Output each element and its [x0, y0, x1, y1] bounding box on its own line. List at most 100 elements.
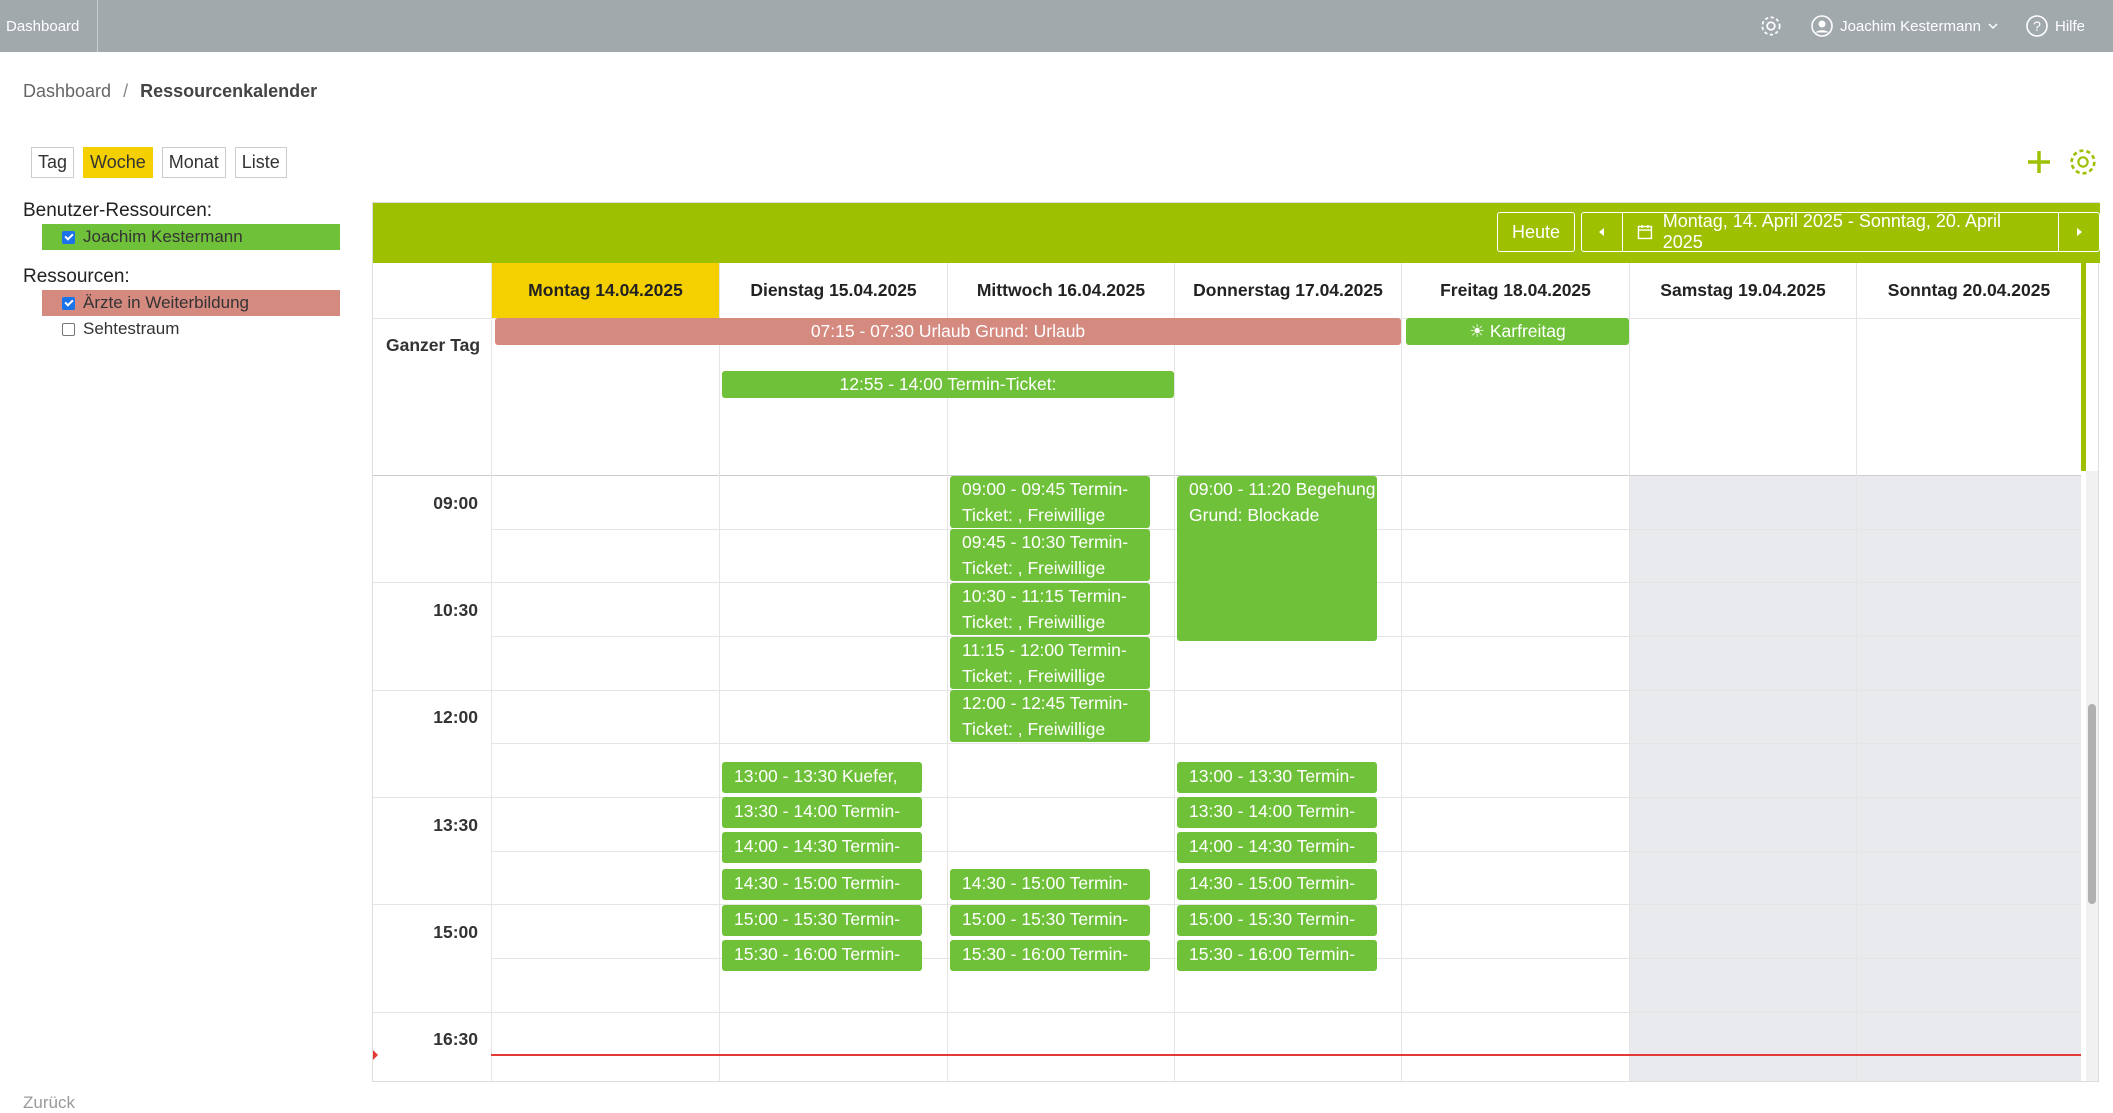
day-header-wednesday[interactable]: Mittwoch 16.04.2025 [947, 263, 1174, 318]
event-wed-1200[interactable]: 12:00 - 12:45 Termin-Ticket: , Freiwilli… [950, 690, 1150, 742]
time-label: 10:30 [433, 600, 478, 620]
divider [1174, 318, 1175, 1081]
event-termin-ticket[interactable]: 12:55 - 14:00 Termin-Ticket: [722, 371, 1174, 398]
event-wed-1430[interactable]: 14:30 - 15:00 Termin- [950, 869, 1150, 900]
event-wed-1030[interactable]: 10:30 - 11:15 Termin-Ticket: , Freiwilli… [950, 583, 1150, 635]
breadcrumb-separator: / [123, 81, 129, 101]
time-label: 16:30 [433, 1029, 478, 1049]
back-link[interactable]: Zurück [23, 1093, 75, 1113]
view-list-button[interactable]: Liste [234, 147, 287, 178]
time-label: 13:30 [433, 815, 478, 835]
date-range-picker[interactable]: Montag, 14. April 2025 - Sonntag, 20. Ap… [1621, 211, 2060, 252]
event-wed-0900[interactable]: 09:00 - 09:45 Termin-Ticket: , Freiwilli… [950, 476, 1150, 528]
event-tue-1330[interactable]: 13:30 - 14:00 Termin- [722, 797, 922, 828]
event-thu-1330[interactable]: 13:30 - 14:00 Termin- [1177, 797, 1377, 828]
resource-checkbox[interactable] [62, 230, 75, 244]
user-menu[interactable]: Joachim Kestermann [1810, 14, 1999, 38]
time-label: 15:00 [433, 922, 478, 942]
event-tue-1500[interactable]: 15:00 - 15:30 Termin- [722, 905, 922, 936]
help-link[interactable]: ? Hilfe [2025, 14, 2085, 38]
resource-sidebar: Benutzer-Ressourcen: Joachim Kestermann … [23, 200, 343, 342]
prev-week-button[interactable] [1582, 213, 1622, 251]
event-tue-1430[interactable]: 14:30 - 15:00 Termin- [722, 869, 922, 900]
view-day-button[interactable]: Tag [31, 147, 75, 178]
divider [373, 690, 2081, 691]
divider [1629, 318, 1630, 1081]
divider [1401, 318, 1402, 1081]
time-label: 12:00 [433, 707, 478, 727]
chevron-down-icon [1988, 23, 1998, 30]
date-navigation: Montag, 14. April 2025 - Sonntag, 20. Ap… [1581, 211, 2100, 252]
help-label: Hilfe [2054, 17, 2085, 35]
header-edge [2081, 263, 2086, 471]
view-month-button[interactable]: Monat [161, 147, 226, 178]
resource-joachim-kestermann[interactable]: Joachim Kestermann [42, 224, 340, 250]
help-icon: ? [2026, 15, 2048, 37]
event-thu-1500[interactable]: 15:00 - 15:30 Termin- [1177, 905, 1377, 936]
resource-aerzte-in-weiterbildung[interactable]: Ärzte in Weiterbildung [42, 290, 340, 316]
calendar-icon [1637, 225, 1652, 240]
view-week-button[interactable]: Woche [83, 147, 153, 178]
event-thu-1430[interactable]: 14:30 - 15:00 Termin- [1177, 869, 1377, 900]
top-bar: Dashboard Joachim Kestermann ? Hilfe [0, 0, 2113, 52]
day-header-tuesday[interactable]: Dienstag 15.04.2025 [719, 263, 947, 318]
event-wed-1530[interactable]: 15:30 - 16:00 Termin- [950, 940, 1150, 971]
settings-button[interactable] [1758, 13, 1784, 39]
user-icon [1811, 15, 1833, 37]
gear-icon [1761, 16, 1781, 36]
svg-text:?: ? [2033, 18, 2041, 34]
resource-checkbox[interactable] [62, 322, 75, 336]
calendar-toolbar: Heute Montag, 14. April 2025 - Sonntag, … [373, 203, 2100, 263]
event-tue-1530[interactable]: 15:30 - 16:00 Termin- [722, 940, 922, 971]
breadcrumb: Dashboard / Ressourcenkalender [23, 81, 317, 102]
today-button[interactable]: Heute [1497, 212, 1576, 252]
event-thu-1530[interactable]: 15:30 - 16:00 Termin- [1177, 940, 1377, 971]
calendar-scrollbar[interactable] [2086, 471, 2098, 1081]
event-karfreitag-label: Karfreitag [1489, 321, 1566, 341]
now-indicator-line [491, 1054, 2081, 1056]
event-wed-1115[interactable]: 11:15 - 12:00 Termin-Ticket: , Freiwilli… [950, 637, 1150, 689]
plus-icon[interactable] [2025, 148, 2053, 176]
time-label: 09:00 [433, 493, 478, 513]
resources-title: Ressourcen: [23, 266, 130, 287]
divider [491, 263, 492, 1081]
resource-sehtestraum[interactable]: Sehtestraum [42, 316, 340, 342]
divider [373, 1012, 2081, 1013]
resource-label: Ärzte in Weiterbildung [83, 293, 249, 312]
next-week-button[interactable] [2059, 213, 2099, 251]
event-karfreitag[interactable]: ☀ Karfreitag [1406, 318, 1629, 345]
resource-checkbox[interactable] [62, 296, 75, 310]
dashboard-link[interactable]: Dashboard [0, 0, 98, 52]
event-tue-1300[interactable]: 13:00 - 13:30 Kuefer, [722, 762, 922, 793]
resource-calendar: Heute Montag, 14. April 2025 - Sonntag, … [372, 202, 2100, 1082]
day-header-saturday[interactable]: Samstag 19.04.2025 [1629, 263, 1856, 318]
divider [947, 318, 948, 1081]
view-switcher: Tag Woche Monat Liste [31, 147, 287, 178]
calendar-actions [2025, 146, 2099, 178]
day-header-sunday[interactable]: Sonntag 20.04.2025 [1856, 263, 2081, 318]
day-header-monday[interactable]: Montag 14.04.2025 [491, 263, 719, 318]
resource-label: Joachim Kestermann [83, 227, 243, 246]
day-header-thursday[interactable]: Donnerstag 17.04.2025 [1174, 263, 1401, 318]
divider [1856, 318, 1857, 1081]
resource-label: Sehtestraum [83, 319, 180, 338]
event-urlaub[interactable]: 07:15 - 07:30 Urlaub Grund: Urlaub [495, 318, 1401, 345]
event-wed-0945[interactable]: 09:45 - 10:30 Termin-Ticket: , Freiwilli… [950, 529, 1150, 581]
breadcrumb-current: Ressourcenkalender [140, 81, 318, 101]
allday-label: Ganzer Tag [386, 335, 481, 355]
event-thu-1300[interactable]: 13:00 - 13:30 Termin- [1177, 762, 1377, 793]
divider [491, 743, 2081, 744]
event-wed-1500[interactable]: 15:00 - 15:30 Termin- [950, 905, 1150, 936]
event-tue-1400[interactable]: 14:00 - 14:30 Termin- [722, 832, 922, 863]
now-indicator-arrow [373, 1050, 378, 1060]
divider [719, 318, 720, 1081]
sun-icon: ☀ [1469, 321, 1490, 341]
date-range-label: Montag, 14. April 2025 - Sonntag, 20. Ap… [1662, 211, 2001, 252]
breadcrumb-root[interactable]: Dashboard [23, 81, 111, 101]
scrollbar-thumb[interactable] [2088, 704, 2096, 904]
gear-icon[interactable] [2067, 146, 2099, 178]
day-header-friday[interactable]: Freitag 18.04.2025 [1401, 263, 1629, 318]
event-thu-1400[interactable]: 14:00 - 14:30 Termin- [1177, 832, 1377, 863]
event-thu-begehung[interactable]: 09:00 - 11:20 Begehung Grund: Blockade [1177, 476, 1377, 641]
caret-left-icon [1598, 228, 1604, 236]
